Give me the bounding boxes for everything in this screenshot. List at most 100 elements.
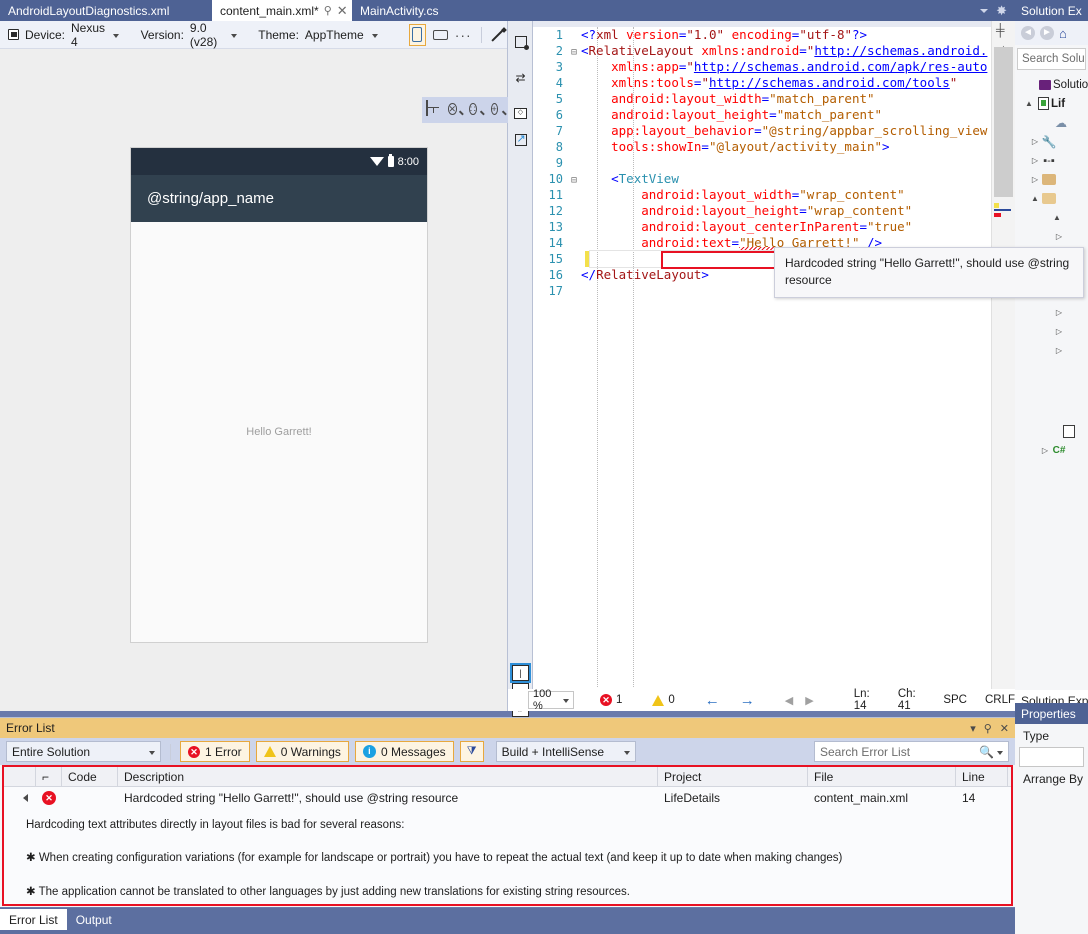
tree-node-mainactivity-cs[interactable]: ▷ C# — [1015, 441, 1088, 460]
code-text-area[interactable]: 1<?xml version="1.0" encoding="utf-8"?> … — [533, 27, 991, 687]
chevron-down-icon[interactable] — [149, 751, 155, 755]
build-filter-combo[interactable]: Build + IntelliSense — [496, 741, 636, 762]
tab-main-activity-cs[interactable]: MainActivity.cs — [352, 0, 470, 21]
tree-node-manifest[interactable] — [1015, 422, 1088, 441]
close-icon[interactable]: ✕ — [337, 4, 348, 17]
tree-node-connected-services[interactable]: ☁ — [1015, 113, 1088, 132]
split-view-icon[interactable]: ╪ — [996, 23, 1005, 37]
column-header-file[interactable]: File — [808, 767, 956, 786]
table-row[interactable]: ✕ Hardcoded string "Hello Garrett!", sho… — [4, 787, 1011, 809]
chevron-down-icon[interactable] — [997, 751, 1003, 755]
tab-content-main-xml[interactable]: content_main.xml* ⚲ ✕ — [212, 0, 352, 21]
version-chevron-down-icon[interactable] — [231, 34, 237, 38]
dock-tab-output[interactable]: Output — [67, 909, 121, 930]
twisty-icon[interactable]: ▷ — [1053, 232, 1065, 241]
designer-single-pane-button[interactable]: | — [512, 665, 529, 681]
status-error-count[interactable]: ✕ 1 — [600, 694, 622, 706]
code-line: 8 tools:showIn="@layout/activity_main"> — [533, 139, 991, 155]
tab-android-layout-diagnostics[interactable]: AndroidLayoutDiagnostics.xml — [0, 0, 212, 21]
tree-node-layout-folder[interactable]: ▲ — [1015, 208, 1088, 227]
twisty-icon[interactable]: ▷ — [1029, 137, 1041, 146]
status-warning-count[interactable]: 0 — [652, 694, 674, 706]
twisty-icon[interactable]: ▷ — [1053, 327, 1065, 336]
twisty-icon[interactable]: ▷ — [1039, 446, 1051, 455]
solution-search-input[interactable]: Search Solu — [1017, 48, 1086, 70]
scope-filter-combo[interactable]: Entire Solution — [6, 741, 161, 762]
column-header-code[interactable]: Code — [62, 767, 118, 786]
device-value[interactable]: Nexus 4 — [71, 21, 105, 49]
messages-toggle-button[interactable]: i 0 Messages — [355, 741, 454, 762]
errors-toggle-button[interactable]: ✕ 1 Error — [180, 741, 250, 762]
tree-node-item[interactable]: ▷ — [1015, 341, 1088, 360]
nav-back-icon[interactable]: ◀ — [785, 694, 793, 707]
column-header-project[interactable]: Project — [658, 767, 808, 786]
zoom-reset-button[interactable]: ✕ — [448, 101, 466, 119]
tree-node-solution[interactable]: Solutio — [1015, 75, 1088, 94]
theme-chevron-down-icon[interactable] — [372, 34, 378, 38]
properties-type-input[interactable] — [1019, 747, 1084, 767]
tree-node-properties[interactable]: ▷ 🔧 — [1015, 132, 1088, 151]
chevron-down-icon[interactable] — [980, 9, 988, 13]
search-icon[interactable]: 🔍 — [979, 745, 994, 759]
tree-node-item[interactable]: ▷ — [1015, 303, 1088, 322]
close-icon[interactable]: ✕ — [1000, 722, 1009, 735]
zoom-out-button[interactable]: ∷ — [469, 101, 487, 119]
column-header-severity[interactable]: ⌐ — [36, 767, 62, 786]
zoom-fit-button[interactable] — [426, 101, 444, 119]
tree-node-item[interactable]: ▷ — [1015, 322, 1088, 341]
column-header-description[interactable]: Description — [118, 767, 658, 786]
scrollbar-thumb[interactable] — [994, 47, 1013, 197]
tree-node-item[interactable]: ▷ — [1015, 227, 1088, 246]
twisty-icon[interactable]: ▷ — [1029, 156, 1041, 165]
tree-node-project[interactable]: ▲ Lif — [1015, 94, 1088, 113]
designer-properties-button[interactable] — [512, 33, 529, 50]
nav-forward-icon[interactable]: ▶ — [805, 694, 813, 707]
warnings-toggle-button[interactable]: 0 Warnings — [256, 741, 349, 762]
gear-icon[interactable]: ✸ — [996, 3, 1007, 19]
code-editor[interactable]: 1<?xml version="1.0" encoding="utf-8"?> … — [533, 21, 1015, 711]
tree-node-resources[interactable]: ▲ — [1015, 189, 1088, 208]
designer-swap-button[interactable]: ⇄ — [512, 69, 529, 86]
chevron-down-icon[interactable] — [624, 751, 630, 755]
magnifier-reset-icon: ✕ — [448, 103, 458, 115]
edit-theme-button[interactable] — [490, 24, 507, 46]
device-chevron-down-icon[interactable] — [113, 34, 119, 38]
home-icon[interactable]: ⌂ — [1059, 26, 1067, 41]
version-value[interactable]: 9.0 (v28) — [190, 21, 223, 49]
editor-scrollbar-margin[interactable]: ╪ ▲ — [991, 21, 1015, 689]
designer-source-button[interactable]: ◇ — [512, 105, 529, 122]
more-options-icon[interactable]: ··· — [455, 28, 472, 42]
twisty-icon[interactable]: ▲ — [1029, 194, 1041, 203]
column-header-expander[interactable] — [4, 767, 36, 786]
twisty-icon[interactable]: ▲ — [1023, 99, 1035, 108]
portrait-orientation-button[interactable] — [409, 24, 426, 46]
chevron-down-icon[interactable] — [563, 699, 569, 703]
column-header-line[interactable]: Line — [956, 767, 1008, 786]
tree-node-assets[interactable]: ▷ — [1015, 170, 1088, 189]
properties-type-label: Type — [1015, 724, 1088, 743]
forward-icon[interactable]: ► — [1040, 26, 1054, 40]
preview-textview[interactable]: Hello Garrett! — [246, 426, 311, 438]
properties-arrange-label[interactable]: Arrange By — [1015, 767, 1088, 786]
landscape-orientation-button[interactable] — [432, 24, 449, 46]
previous-issue-button[interactable]: ← — [705, 692, 720, 709]
error-search-input[interactable]: Search Error List 🔍 — [814, 741, 1009, 762]
chevron-down-icon[interactable]: ▾ — [970, 722, 976, 735]
twisty-icon[interactable]: ▷ — [1053, 308, 1065, 317]
back-icon[interactable]: ◄ — [1021, 26, 1035, 40]
zoom-level-combo[interactable]: 100 % — [528, 691, 574, 709]
device-content-area[interactable]: Hello Garrett! — [131, 222, 427, 642]
pin-icon[interactable]: ⚲ — [324, 4, 332, 17]
tree-node-references[interactable]: ▷ ▪-▪ — [1015, 151, 1088, 170]
pin-icon[interactable]: ⚲ — [984, 722, 992, 735]
row-expander[interactable] — [4, 787, 36, 809]
clear-filter-button[interactable]: ⧩ — [460, 741, 484, 762]
next-issue-button[interactable]: → — [740, 692, 755, 709]
zoom-in-button[interactable]: + — [491, 101, 509, 119]
designer-popout-button[interactable] — [512, 131, 529, 148]
theme-value[interactable]: AppTheme — [305, 28, 364, 42]
twisty-icon[interactable]: ▲ — [1051, 213, 1063, 222]
dock-tab-error-list[interactable]: Error List — [0, 909, 67, 930]
twisty-icon[interactable]: ▷ — [1053, 346, 1065, 355]
twisty-icon[interactable]: ▷ — [1029, 175, 1041, 184]
